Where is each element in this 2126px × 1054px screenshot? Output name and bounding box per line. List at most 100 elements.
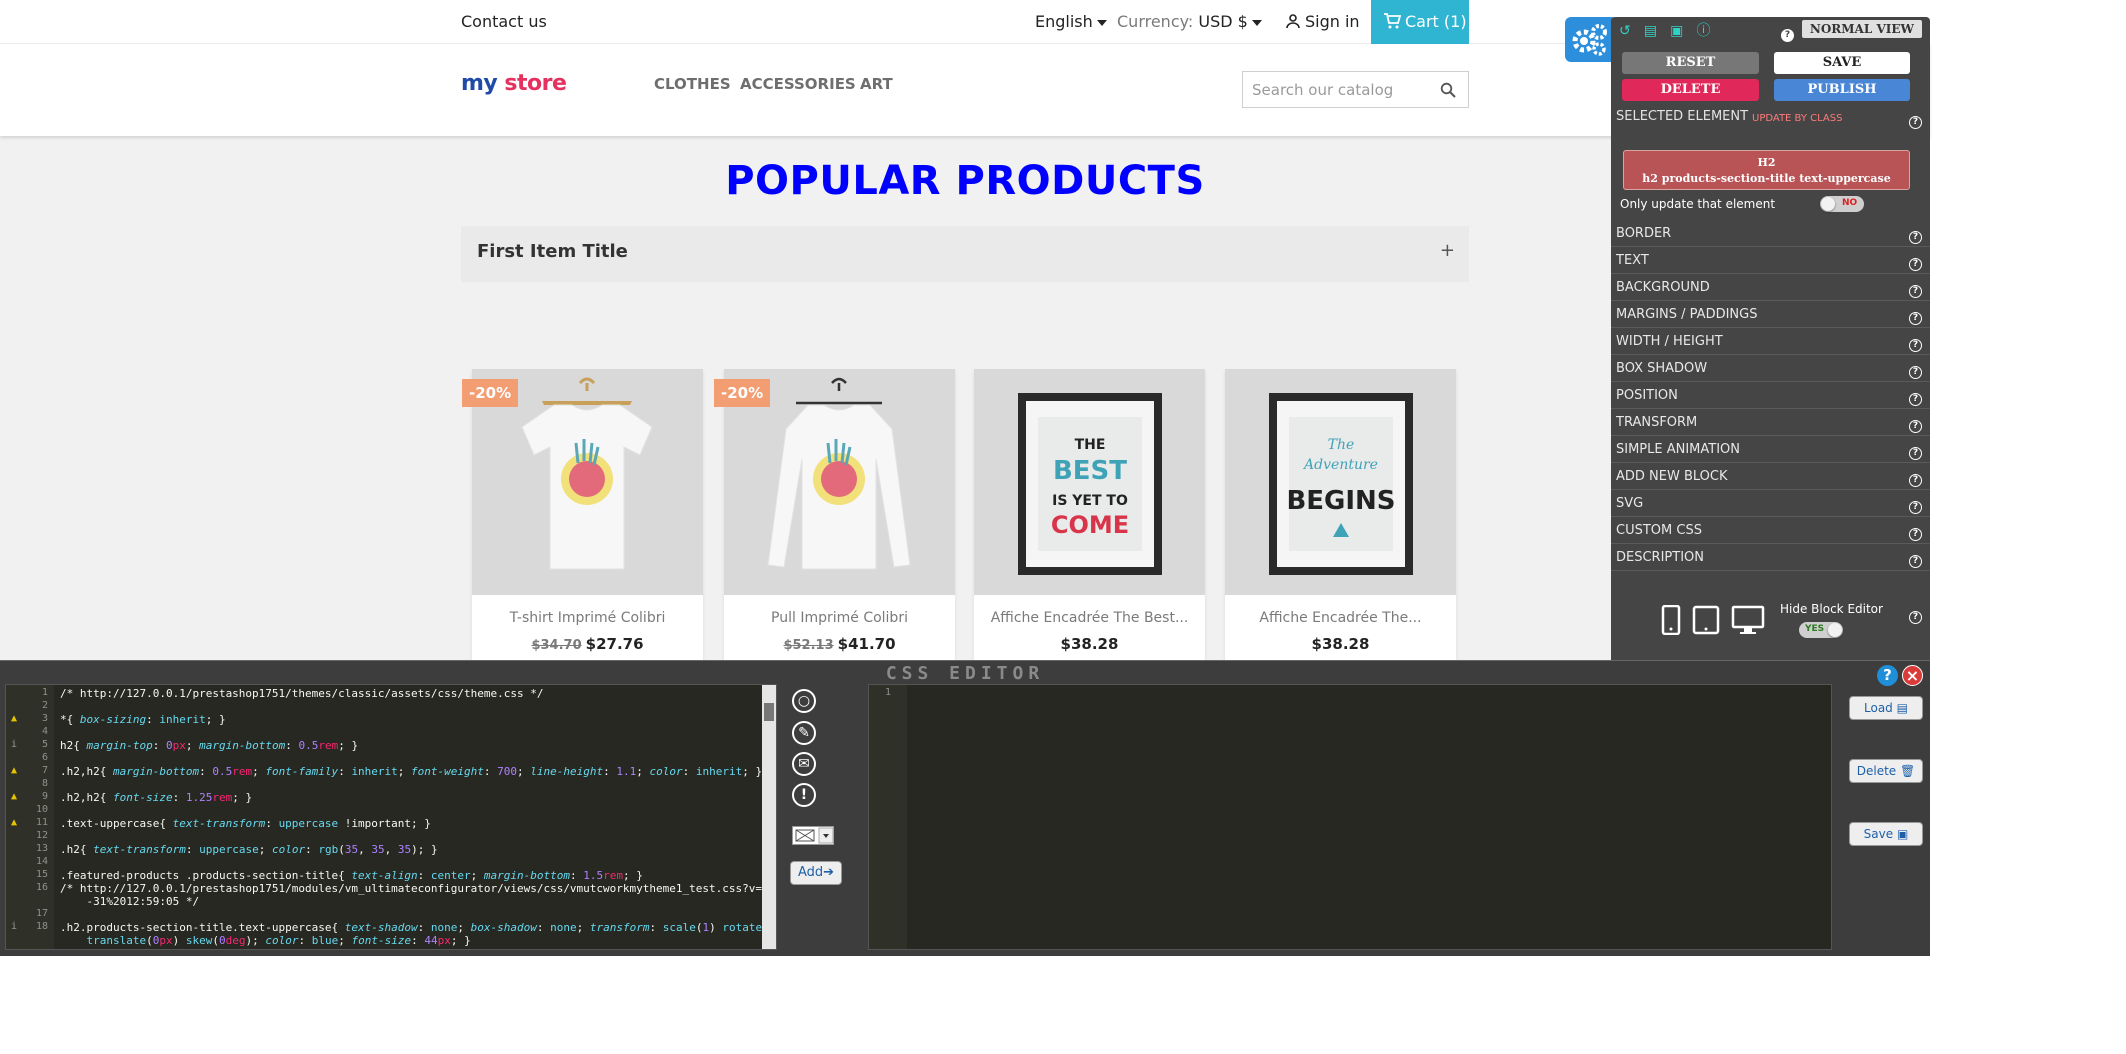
help-icon[interactable]: ? [1909, 521, 1922, 541]
sign-in-link[interactable]: Sign in [1285, 12, 1360, 31]
product-card[interactable]: The Adventure BEGINS Affiche Encadrée Th… [1225, 369, 1456, 662]
page-title[interactable]: POPULAR PRODUCTS [461, 158, 1469, 204]
comment-icon[interactable]: ✉ [792, 752, 816, 776]
search-icon[interactable] [1440, 82, 1456, 98]
help-icon[interactable]: ? [1909, 278, 1922, 298]
cart-button[interactable]: Cart (1) [1371, 0, 1469, 44]
help-icon[interactable]: ? [1909, 440, 1922, 460]
store-logo[interactable]: my store [461, 71, 567, 96]
logo-part-2: store [497, 71, 567, 96]
exclamation-icon[interactable]: ! [792, 783, 816, 807]
section-label: TEXT [1616, 253, 1649, 268]
logo-part-1: my [461, 71, 498, 96]
product-card[interactable]: THE BEST IS YET TO COME Affiche Encadrée… [974, 369, 1205, 662]
search-input[interactable] [1243, 72, 1423, 107]
vertical-scrollbar[interactable] [762, 685, 776, 949]
product-name[interactable]: Affiche Encadrée The... [1225, 610, 1456, 626]
section-label: BORDER [1616, 226, 1672, 241]
section-transform[interactable]: TRANSFORM? [1611, 409, 1930, 436]
selected-element-box: H2 h2 products-section-title text-upperc… [1623, 150, 1910, 190]
section-border[interactable]: BORDER? [1611, 220, 1930, 247]
product-price: $34.70 $27.76 [472, 635, 703, 653]
help-icon[interactable]: ? [1877, 665, 1898, 686]
help-icon[interactable]: ? [1909, 332, 1922, 352]
help-icon[interactable]: ? [1909, 494, 1922, 514]
editor-panel: ↺ ▤ ▣ ⓘ ? NORMAL VIEW RESET SAVE DELETE … [1611, 17, 1930, 660]
help-icon[interactable]: ? [1909, 548, 1922, 568]
magic-wand-icon[interactable]: ✎ [792, 721, 816, 745]
only-update-toggle[interactable]: NO [1820, 196, 1864, 212]
accordion-item[interactable]: First Item Title + [461, 226, 1469, 282]
product-name[interactable]: Affiche Encadrée The Best... [974, 610, 1205, 626]
search-box [1242, 71, 1469, 108]
save-label: Save [1863, 827, 1894, 841]
custom-css-editor[interactable]: 1 [868, 684, 1832, 950]
product-name[interactable]: Pull Imprimé Colibri [724, 610, 955, 626]
svg-text:IS YET TO: IS YET TO [1052, 493, 1128, 509]
section-background[interactable]: BACKGROUND? [1611, 274, 1930, 301]
old-price: $34.70 [531, 638, 582, 653]
language-selector[interactable]: English [1035, 12, 1107, 31]
help-icon[interactable]: ? [1909, 224, 1922, 244]
help-icon[interactable]: ? [1909, 251, 1922, 271]
normal-view-button[interactable]: NORMAL VIEW [1801, 20, 1922, 38]
element-picker-select[interactable] [792, 826, 834, 845]
theme-css-viewer[interactable]: 1/* http://127.0.0.1/prestashop1751/them… [5, 684, 777, 950]
panel-toolbar: ↺ ▤ ▣ ⓘ [1619, 20, 1718, 40]
section-label: BOX SHADOW [1616, 361, 1708, 376]
hide-block-editor-toggle[interactable]: YES [1799, 622, 1843, 638]
help-icon[interactable]: ? [1909, 467, 1922, 487]
product-image[interactable]: THE BEST IS YET TO COME [974, 369, 1205, 595]
help-icon[interactable]: ? [1909, 604, 1922, 624]
js-file-icon[interactable]: ▣ [1670, 23, 1683, 39]
floppy-icon: ▣ [1896, 827, 1909, 841]
nav-art[interactable]: ART [860, 75, 893, 93]
product-card[interactable]: -20% Pull Imprimé Colibri $52.13 $41.70 [714, 369, 955, 662]
scrollbar-thumb[interactable] [764, 703, 774, 721]
cart-label: Cart (1) [1405, 12, 1467, 31]
help-icon[interactable]: ? [1909, 305, 1922, 325]
product-name[interactable]: T-shirt Imprimé Colibri [472, 610, 703, 626]
section-description[interactable]: DESCRIPTION? [1611, 544, 1930, 571]
section-add-new-block[interactable]: ADD NEW BLOCK? [1611, 463, 1930, 490]
section-label: SIMPLE ANIMATION [1616, 442, 1741, 457]
help-icon[interactable]: ? [1909, 359, 1922, 379]
close-icon[interactable]: × [1902, 665, 1923, 686]
product-card[interactable]: -20% T-shirt Imprimé Colibri $34.70 $27.7… [462, 369, 703, 662]
add-label: Add [797, 865, 824, 880]
product-image[interactable]: The Adventure BEGINS [1225, 369, 1456, 595]
reset-button[interactable]: RESET [1622, 52, 1759, 74]
add-button[interactable]: Add➔ [790, 861, 842, 885]
svg-text:BEGINS: BEGINS [1286, 486, 1395, 516]
save-button[interactable]: SAVE [1774, 52, 1910, 74]
section-text[interactable]: TEXT? [1611, 247, 1930, 274]
help-icon[interactable]: ? [1909, 386, 1922, 406]
currency-label: Currency: [1117, 12, 1194, 31]
section-svg[interactable]: SVG? [1611, 490, 1930, 517]
section-box-shadow[interactable]: BOX SHADOW? [1611, 355, 1930, 382]
history-icon[interactable]: ↺ [1619, 23, 1631, 39]
contact-link[interactable]: Contact us [461, 12, 547, 31]
svg-text:Adventure: Adventure [1302, 457, 1378, 473]
nav-accessories[interactable]: ACCESSORIES [740, 75, 856, 93]
circle-tool-icon[interactable]: ○ [792, 689, 816, 713]
help-icon[interactable]: ? [1909, 413, 1922, 433]
currency-selector[interactable]: Currency: USD $ [1117, 12, 1262, 31]
help-icon[interactable]: ? [1909, 109, 1922, 129]
save-css-button[interactable]: Save ▣ [1849, 822, 1923, 846]
css-editor-title: CSS EDITOR [885, 663, 1045, 684]
nav-clothes[interactable]: CLOTHES [654, 75, 731, 93]
settings-toggle[interactable] [1565, 17, 1613, 62]
section-margins-paddings[interactable]: MARGINS / PADDINGS? [1611, 301, 1930, 328]
css-file-icon[interactable]: ▤ [1644, 23, 1657, 39]
section-custom-css[interactable]: CUSTOM CSS? [1611, 517, 1930, 544]
section-width-height[interactable]: WIDTH / HEIGHT? [1611, 328, 1930, 355]
delete-css-button[interactable]: Delete 🗑 [1849, 759, 1923, 783]
publish-button[interactable]: PUBLISH [1774, 79, 1910, 101]
load-button[interactable]: Load ▤ [1849, 696, 1923, 720]
section-simple-animation[interactable]: SIMPLE ANIMATION? [1611, 436, 1930, 463]
help-icon[interactable]: ? [1781, 22, 1794, 42]
help-icon[interactable]: ⓘ [1696, 20, 1710, 40]
section-position[interactable]: POSITION? [1611, 382, 1930, 409]
delete-button[interactable]: DELETE [1622, 79, 1759, 101]
